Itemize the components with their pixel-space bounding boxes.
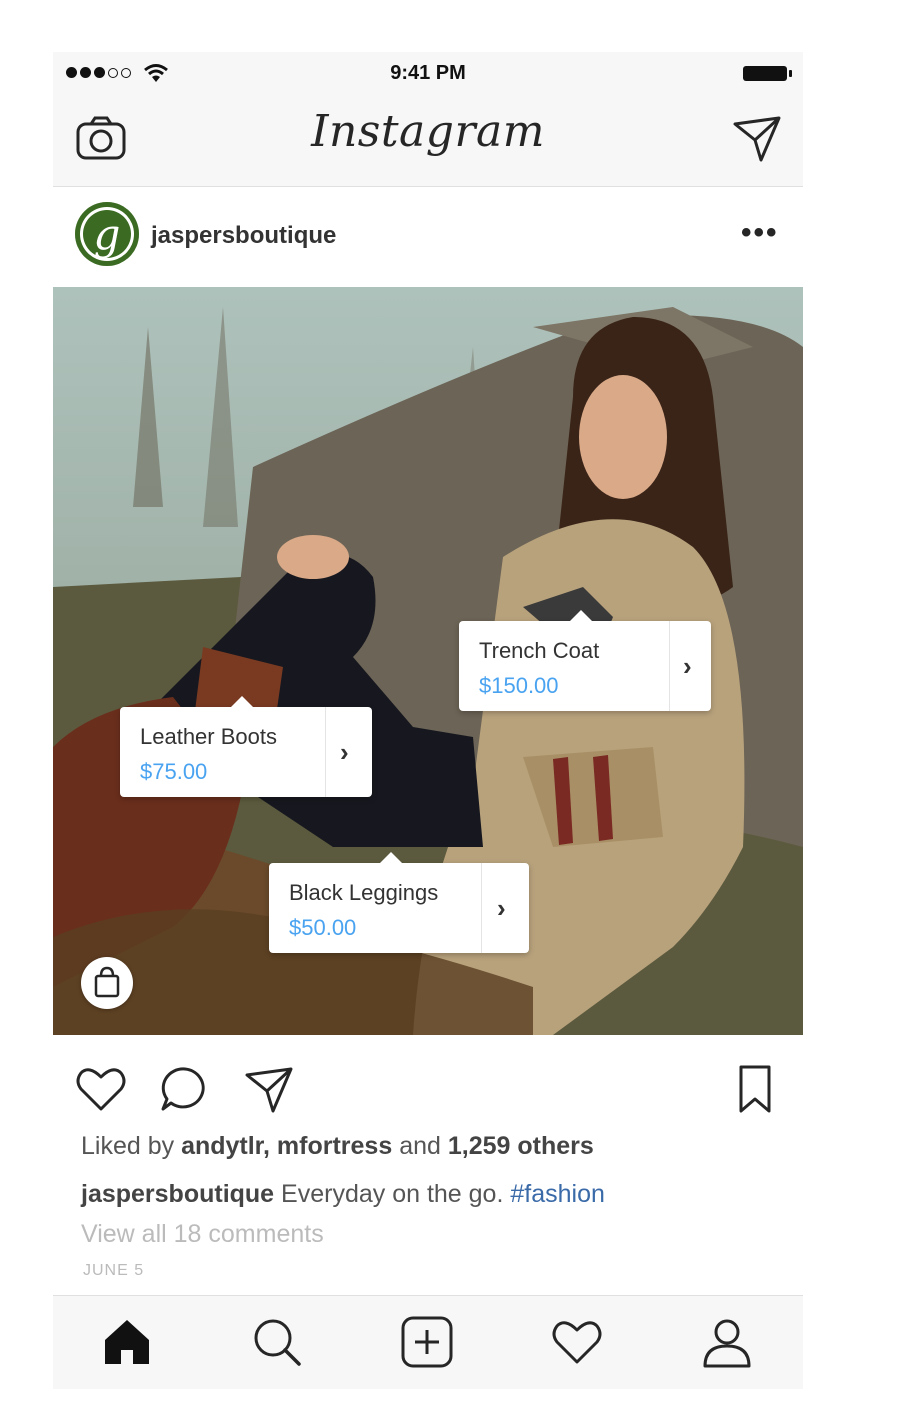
tag-product-price: $150.00	[479, 673, 559, 698]
chevron-right-icon: ›	[683, 651, 692, 681]
caption-hashtag[interactable]: #fashion	[510, 1180, 605, 1208]
tag-product-price: $50.00	[289, 915, 357, 940]
bottom-tab-bar	[53, 1295, 803, 1389]
likes-others-count[interactable]: 1,259 others	[448, 1132, 594, 1160]
tag-product-price: $75.00	[140, 759, 208, 784]
avatar[interactable]: g	[75, 202, 139, 266]
post-photo[interactable]: Trench Coat $150.00 › Leather Boots $75.…	[53, 287, 803, 1035]
liked-by-users[interactable]: andytlr, mfortress	[181, 1132, 392, 1160]
product-tag-leather-boots[interactable]: Leather Boots $75.00 ›	[120, 696, 372, 797]
shopping-bag-icon[interactable]	[81, 957, 133, 1009]
likes-and: and	[392, 1132, 448, 1160]
add-post-icon[interactable]	[399, 1314, 455, 1370]
more-options-icon[interactable]: •••	[741, 216, 779, 250]
direct-message-icon[interactable]	[729, 110, 785, 166]
comment-icon[interactable]	[157, 1061, 213, 1117]
post-caption: jaspersboutique Everyday on the go. #fas…	[81, 1180, 605, 1209]
view-comments-link[interactable]: View all 18 comments	[81, 1220, 324, 1249]
tag-product-name: Leather Boots	[140, 724, 277, 749]
bookmark-icon[interactable]	[727, 1061, 783, 1117]
caption-text: Everyday on the go.	[274, 1180, 511, 1208]
tag-product-name: Black Leggings	[289, 880, 439, 905]
product-tag-trench-coat[interactable]: Trench Coat $150.00 ›	[459, 610, 711, 711]
post-username[interactable]: jaspersboutique	[151, 222, 336, 250]
profile-icon[interactable]	[699, 1314, 755, 1370]
post-actions	[53, 1035, 803, 1125]
share-icon[interactable]	[241, 1061, 297, 1117]
search-icon[interactable]	[249, 1314, 305, 1370]
chevron-right-icon: ›	[497, 893, 506, 923]
tag-product-name: Trench Coat	[479, 638, 600, 663]
like-heart-icon[interactable]	[73, 1061, 129, 1117]
avatar-letter: g	[93, 209, 121, 259]
battery-icon	[743, 66, 792, 81]
caption-username[interactable]: jaspersboutique	[81, 1180, 274, 1208]
likes-line: Liked by andytlr, mfortress and 1,259 ot…	[81, 1132, 594, 1161]
home-icon[interactable]	[99, 1314, 155, 1370]
status-time: 9:41 PM	[390, 62, 466, 84]
product-tag-black-leggings[interactable]: Black Leggings $50.00 ›	[269, 852, 529, 953]
status-bar: 9:41 PM	[53, 52, 803, 94]
instagram-logo: Instagram	[311, 106, 545, 157]
post-date: JUNE 5	[83, 1262, 145, 1279]
post-header: g jaspersboutique •••	[53, 186, 803, 286]
likes-prefix: Liked by	[81, 1132, 182, 1160]
top-nav-bar: Instagram	[53, 94, 803, 187]
phone-screen: 9:41 PM Instagram g jaspersboutique •••	[53, 52, 803, 1389]
activity-heart-icon[interactable]	[549, 1314, 605, 1370]
chevron-right-icon: ›	[340, 737, 349, 767]
